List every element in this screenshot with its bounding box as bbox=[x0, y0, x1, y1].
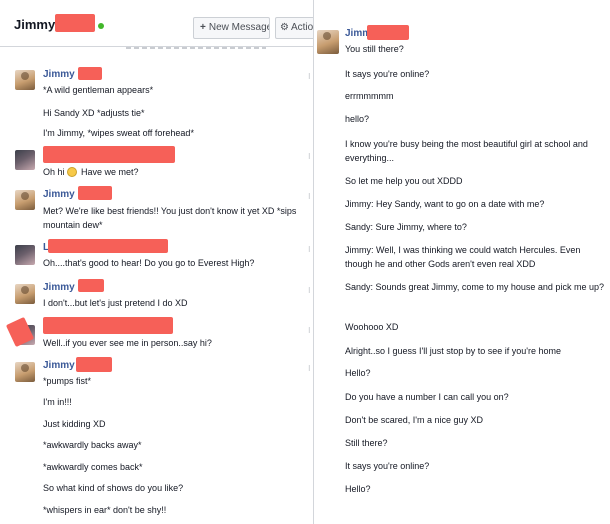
redaction-bar bbox=[367, 25, 409, 40]
redaction-bar bbox=[78, 67, 102, 80]
message-text: Well..if you ever see me in person..say … bbox=[43, 338, 212, 348]
actions-label: Actio bbox=[290, 22, 314, 33]
conversation-started-divider bbox=[126, 43, 266, 49]
redaction-bar bbox=[78, 186, 112, 200]
message-text: So what kind of shows do you like? bbox=[43, 483, 184, 493]
message-options-icon[interactable]: ⁝ bbox=[308, 326, 311, 335]
avatar[interactable] bbox=[15, 70, 35, 90]
message-options-icon[interactable]: ⁝ bbox=[308, 286, 311, 295]
message-text: Jimmy: Hey Sandy, want to go on a date w… bbox=[345, 199, 545, 209]
message-text: Alright..so I guess I'll just stop by to… bbox=[345, 346, 562, 356]
avatar[interactable] bbox=[15, 190, 35, 210]
message-text: Don't be scared, I'm a nice guy XD bbox=[345, 415, 484, 425]
message-sender[interactable]: Jimmy bbox=[43, 189, 75, 200]
message-text: Hello? bbox=[345, 368, 371, 378]
message-text: Just kidding XD bbox=[43, 419, 106, 429]
gear-icon: ⚙ bbox=[280, 22, 289, 33]
redaction-bar bbox=[55, 14, 95, 32]
chat-header: Jimmy + New Message ⚙ Actio bbox=[0, 0, 314, 47]
message-text: Oh hi Have we met? bbox=[43, 165, 313, 179]
message-text: It says you're online? bbox=[345, 461, 430, 471]
avatar[interactable] bbox=[317, 30, 339, 54]
new-message-label: New Message bbox=[208, 22, 270, 33]
redaction-bar bbox=[76, 357, 112, 372]
message-text: I'm in!!! bbox=[43, 397, 72, 407]
message-text: Still there? bbox=[345, 438, 388, 448]
smiley-emoji-icon bbox=[66, 167, 77, 177]
message-options-icon[interactable]: ⁝ bbox=[308, 192, 311, 201]
message-text: Oh....that's good to hear! Do you go to … bbox=[43, 258, 255, 268]
online-status-icon bbox=[98, 23, 104, 29]
message-sender[interactable]: Jimmy bbox=[43, 69, 75, 80]
message-text: *awkwardly comes back* bbox=[43, 462, 143, 472]
message-text: Woohooo XD bbox=[345, 322, 399, 332]
message-text: I know you're busy being the most beauti… bbox=[345, 139, 588, 163]
redaction-bar bbox=[43, 317, 173, 334]
message-text: Sandy: Sounds great Jimmy, come to my ho… bbox=[345, 282, 604, 292]
message-text: It says you're online? bbox=[345, 69, 430, 79]
avatar[interactable] bbox=[15, 150, 35, 170]
message-sender[interactable]: Jimmy bbox=[43, 282, 75, 293]
message-text: Do you have a number I can call you on? bbox=[345, 392, 509, 402]
message-options-icon[interactable]: ⁝ bbox=[308, 245, 311, 254]
message-text: I don't...but let's just pretend I do XD bbox=[43, 298, 188, 308]
message-text: *A wild gentleman appears* bbox=[43, 85, 154, 95]
actions-button[interactable]: ⚙ Actio bbox=[275, 17, 314, 39]
message-text: So let me help you out XDDD bbox=[345, 176, 463, 186]
redaction-bar bbox=[48, 239, 168, 253]
redaction-bar bbox=[43, 146, 175, 163]
avatar[interactable] bbox=[15, 245, 35, 265]
left-chat-panel: Jimmy + New Message ⚙ Actio Jimmy ⁝ *A wil… bbox=[0, 0, 314, 524]
right-chat-panel: Jimmy You still there? It says you're on… bbox=[316, 0, 610, 524]
chat-title[interactable]: Jimmy bbox=[14, 17, 55, 32]
message-text: errmmmmm bbox=[345, 91, 394, 101]
message-text: *whispers in ear* don't be shy!! bbox=[43, 505, 167, 515]
message-text: Hi Sandy XD *adjusts tie* bbox=[43, 108, 145, 118]
message-text: Sandy: Sure Jimmy, where to? bbox=[345, 222, 467, 232]
message-text: You still there? bbox=[345, 44, 404, 54]
message-text: I'm Jimmy, *wipes sweat off forehead* bbox=[43, 128, 194, 138]
message-text: *awkwardly backs away* bbox=[43, 440, 142, 450]
message-text-part: Oh hi bbox=[43, 167, 65, 177]
message-options-icon[interactable]: ⁝ bbox=[308, 152, 311, 161]
redaction-bar bbox=[78, 279, 104, 292]
plus-icon: + bbox=[200, 22, 206, 33]
message-options-icon[interactable]: ⁝ bbox=[308, 364, 311, 373]
message-options-icon[interactable]: ⁝ bbox=[308, 72, 311, 81]
message-text: Met? We're like best friends!! You just … bbox=[43, 206, 297, 230]
avatar[interactable] bbox=[15, 284, 35, 304]
new-message-button[interactable]: + New Message bbox=[193, 17, 270, 39]
message-text: Jimmy: Well, I was thinking we could wat… bbox=[345, 245, 581, 269]
message-text-part: Have we met? bbox=[81, 167, 139, 177]
avatar[interactable] bbox=[15, 362, 35, 382]
message-sender[interactable]: Jimmy bbox=[43, 360, 75, 371]
message-text: Hello? bbox=[345, 484, 371, 494]
message-text: *pumps fist* bbox=[43, 376, 92, 386]
message-text: hello? bbox=[345, 114, 370, 124]
